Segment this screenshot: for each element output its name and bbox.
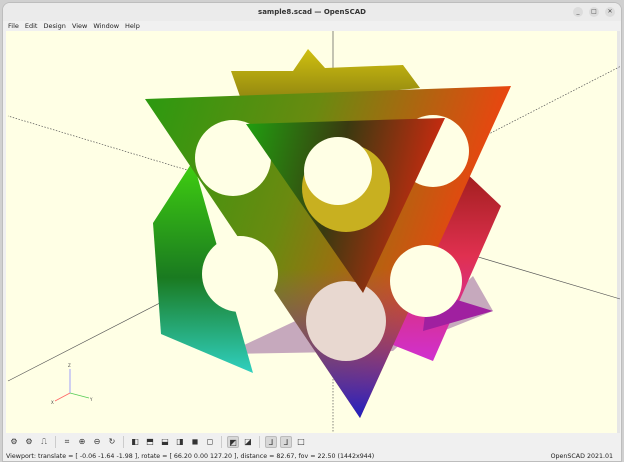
view-top-icon[interactable]: ⬒ — [144, 436, 156, 448]
menu-design[interactable]: Design — [43, 21, 65, 31]
axis-label-x: X — [51, 400, 54, 405]
model-render: Z X Y — [7, 31, 621, 433]
view-bottom-icon[interactable]: ⬓ — [159, 436, 171, 448]
show-axes-icon[interactable]: ⅃ — [265, 435, 277, 448]
menu-edit[interactable]: Edit — [25, 21, 38, 31]
orthogonal-icon[interactable]: ◪ — [242, 436, 254, 448]
axis-label-z: Z — [68, 363, 71, 368]
menu-view[interactable]: View — [72, 21, 87, 31]
axis-label-y: Y — [89, 397, 93, 402]
preview-icon[interactable]: ⚙ — [23, 436, 35, 448]
3d-viewport[interactable]: Z X Y — [6, 31, 621, 433]
model — [145, 49, 511, 418]
axes-indicator: Z X Y — [51, 363, 93, 405]
close-button[interactable]: ✕ — [605, 7, 615, 17]
menu-help[interactable]: Help — [125, 21, 140, 31]
hole — [390, 245, 462, 317]
front-hole — [304, 137, 372, 205]
zoom-in-icon[interactable]: ⊕ — [76, 436, 88, 448]
zoom-out-icon[interactable]: ⊖ — [91, 436, 103, 448]
view-all-icon[interactable]: ⌗ — [61, 436, 73, 448]
reset-view-icon[interactable]: ↻ — [106, 436, 118, 448]
version-label: OpenSCAD 2021.01 — [550, 453, 613, 460]
viewport-status: Viewport: translate = [ -0.06 -1.64 -1.9… — [6, 453, 375, 460]
view-left-icon[interactable]: ◨ — [174, 436, 186, 448]
view-back-icon[interactable]: ◻ — [204, 436, 216, 448]
menu-file[interactable]: File — [8, 21, 19, 31]
minimize-button[interactable]: _ — [573, 7, 583, 17]
title-bar: sample8.scad — OpenSCAD _ □ ✕ — [3, 3, 621, 21]
render-icon[interactable]: ⚙ — [8, 436, 20, 448]
maximize-button[interactable]: □ — [589, 7, 599, 17]
menu-bar: File Edit Design View Window Help — [3, 21, 621, 31]
show-edges-icon[interactable]: □ — [295, 436, 307, 448]
status-bar: Viewport: translate = [ -0.06 -1.64 -1.9… — [3, 450, 621, 461]
perspective-icon[interactable]: ◩ — [227, 435, 239, 448]
export-stl-icon[interactable]: ⎍ — [38, 436, 50, 448]
view-toolbar: ⚙ ⚙ ⎍ ⌗ ⊕ ⊖ ↻ ◧ ⬒ ⬓ ◨ ◼ ◻ ◩ ◪ ⅃ ⅃ □ — [3, 433, 621, 450]
view-right-icon[interactable]: ◧ — [129, 436, 141, 448]
toolbar-separator — [123, 435, 124, 448]
toolbar-separator — [259, 435, 260, 448]
toolbar-separator — [55, 435, 56, 448]
hole — [202, 236, 278, 312]
scale-markers-icon[interactable]: ⅃ — [280, 435, 292, 448]
menu-window[interactable]: Window — [93, 21, 119, 31]
view-front-icon[interactable]: ◼ — [189, 436, 201, 448]
toolbar-separator — [221, 435, 222, 448]
hole — [306, 281, 386, 361]
window-title: sample8.scad — OpenSCAD — [258, 8, 366, 16]
openscad-window: sample8.scad — OpenSCAD _ □ ✕ File Edit … — [2, 2, 622, 462]
